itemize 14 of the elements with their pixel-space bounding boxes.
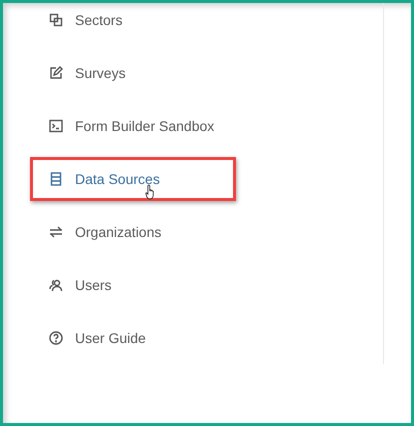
table-icon	[49, 172, 63, 186]
nav-item[interactable]: Sectors	[30, 3, 236, 42]
nav-item[interactable]: Users	[30, 262, 236, 306]
help-icon	[49, 330, 63, 344]
nav-item[interactable]: Form Builder Sandbox	[30, 104, 236, 148]
squares-icon	[49, 12, 63, 26]
pencil-square-icon	[49, 66, 63, 80]
nav-item[interactable]: Organizations	[30, 210, 236, 254]
nav-item[interactable]: Data Sources	[30, 156, 236, 200]
arrows-icon	[49, 224, 63, 238]
terminal-icon	[49, 118, 63, 132]
users-icon	[49, 278, 63, 292]
nav-item[interactable]: User Guide	[30, 316, 236, 360]
nav-item[interactable]: Surveys	[30, 50, 236, 94]
